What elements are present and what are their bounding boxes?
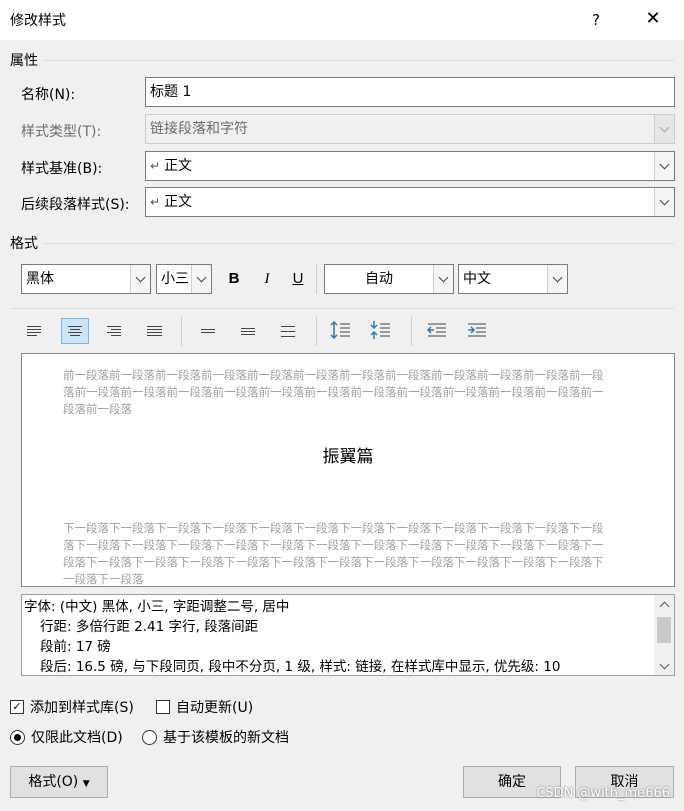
help-button[interactable]: ? — [582, 8, 610, 32]
add-to-gallery-option[interactable]: ✓ 添加到样式库(S) — [10, 697, 134, 717]
format-divider — [44, 243, 674, 244]
properties-group-label: 属性 — [10, 53, 38, 69]
format-menu-label: 格式(O) — [28, 774, 79, 790]
auto-update-label: 自动更新(U) — [176, 700, 254, 716]
paragraph-mark-icon: ↵ — [150, 159, 161, 173]
description-line: 行距: 多倍行距 2.41 字行, 段落间距 — [40, 619, 259, 635]
new-docs-radio[interactable] — [142, 729, 157, 745]
properties-divider — [44, 60, 674, 61]
based-on-value: 正文 — [164, 158, 193, 174]
new-docs-label: 基于该模板的新文档 — [163, 730, 289, 746]
chevron-down-icon[interactable] — [654, 188, 674, 216]
based-on-select[interactable]: ↵ 正文 — [145, 151, 675, 181]
font-select[interactable]: 黑体 — [21, 264, 151, 294]
one-half-spacing-icon[interactable] — [234, 318, 262, 344]
style-name-label: 名称(N): — [21, 87, 76, 103]
format-menu-button[interactable]: 格式(O) ▼ — [10, 766, 108, 798]
increase-indent-icon[interactable] — [464, 318, 490, 344]
font-value: 黑体 — [26, 271, 54, 287]
only-this-doc-option[interactable]: 仅限此文档(D) — [10, 727, 123, 747]
toolbar-separator — [316, 264, 317, 294]
chevron-down-icon[interactable] — [547, 265, 567, 293]
next-style-select[interactable]: ↵ 正文 — [145, 187, 675, 217]
preview-sample-text: 振翼篇 — [322, 447, 374, 467]
style-type-value: 链接段落和字符 — [150, 121, 248, 137]
justify-icon[interactable] — [140, 318, 168, 344]
script-select[interactable]: 中文 — [458, 264, 568, 294]
next-style-value: 正文 — [164, 194, 193, 210]
paragraph-mark-icon: ↵ — [150, 195, 161, 209]
chevron-down-icon[interactable] — [433, 265, 453, 293]
increase-spacing-before-icon[interactable] — [328, 318, 354, 344]
align-center-icon[interactable] — [61, 318, 89, 344]
description-scrollbar[interactable] — [654, 595, 674, 675]
style-name-input[interactable]: 标题 1 — [145, 77, 675, 107]
decrease-indent-icon[interactable] — [424, 318, 450, 344]
format-group-label: 格式 — [10, 236, 38, 252]
font-color-select[interactable]: 自动 — [324, 264, 454, 294]
only-this-doc-label: 仅限此文档(D) — [31, 730, 123, 746]
italic-button[interactable]: I — [254, 266, 280, 292]
align-right-icon[interactable] — [100, 318, 128, 344]
chevron-down-icon — [654, 115, 674, 143]
description-line: 段后: 16.5 磅, 与下段同页, 段中不分页, 1 级, 样式: 链接, 在… — [40, 659, 561, 675]
toolbar-separator — [316, 316, 317, 346]
chevron-down-icon[interactable] — [130, 265, 150, 293]
font-color-value: 自动 — [365, 271, 393, 287]
window-title: 修改样式 — [10, 13, 66, 29]
style-description[interactable]: 字体: (中文) 黑体, 小三, 字距调整二号, 居中 行距: 多倍行距 2.4… — [21, 594, 675, 676]
watermark: CSDN @with_me666 — [536, 786, 670, 801]
only-this-doc-radio[interactable] — [10, 729, 25, 745]
style-type-select: 链接段落和字符 — [145, 114, 675, 144]
style-type-label: 样式类型(T): — [21, 124, 102, 140]
based-on-label: 样式基准(B): — [21, 161, 103, 177]
toolbar-separator — [181, 316, 182, 346]
scroll-thumb[interactable] — [657, 617, 671, 643]
add-to-gallery-checkbox[interactable]: ✓ — [10, 700, 24, 714]
description-line: 字体: (中文) 黑体, 小三, 字距调整二号, 居中 — [24, 599, 290, 615]
font-size-value: 小三 — [161, 271, 189, 287]
underline-button[interactable]: U — [285, 266, 311, 292]
bold-button[interactable]: B — [221, 266, 247, 292]
decrease-spacing-before-icon[interactable] — [368, 318, 394, 344]
dropdown-arrow-icon: ▼ — [82, 779, 90, 789]
auto-update-checkbox[interactable] — [156, 700, 170, 714]
align-left-icon[interactable] — [20, 318, 48, 344]
font-size-select[interactable]: 小三 — [156, 264, 212, 294]
checkmark-icon: ✓ — [12, 700, 22, 713]
toolbar-separator — [411, 316, 412, 346]
previous-paragraph-text: 前一段落前一段落前一段落前一段落前一段落前一段落前一段落前一段落前一段落前一段落… — [63, 368, 604, 416]
scroll-up-icon[interactable] — [654, 595, 674, 613]
close-button[interactable]: ✕ — [638, 6, 668, 32]
add-to-gallery-label: 添加到样式库(S) — [30, 700, 134, 716]
auto-update-option[interactable]: 自动更新(U) — [156, 697, 253, 717]
script-value: 中文 — [463, 271, 491, 287]
scroll-down-icon[interactable] — [654, 657, 674, 675]
chevron-down-icon[interactable] — [654, 152, 674, 180]
chevron-down-icon[interactable] — [191, 265, 211, 293]
double-spacing-icon[interactable] — [274, 318, 302, 344]
style-preview: 前一段落前一段落前一段落前一段落前一段落前一段落前一段落前一段落前一段落前一段落… — [21, 353, 675, 587]
single-spacing-icon[interactable] — [194, 318, 222, 344]
toolbar-divider — [10, 308, 674, 309]
next-style-label: 后续段落样式(S): — [21, 197, 130, 213]
new-docs-option[interactable]: 基于该模板的新文档 — [142, 727, 289, 747]
close-icon: ✕ — [645, 8, 661, 29]
next-paragraph-text: 下一段落下一段落下一段落下一段落下一段落下一段落下一段落下一段落下一段落下一段落… — [63, 521, 604, 586]
description-line: 段前: 17 磅 — [40, 639, 111, 655]
